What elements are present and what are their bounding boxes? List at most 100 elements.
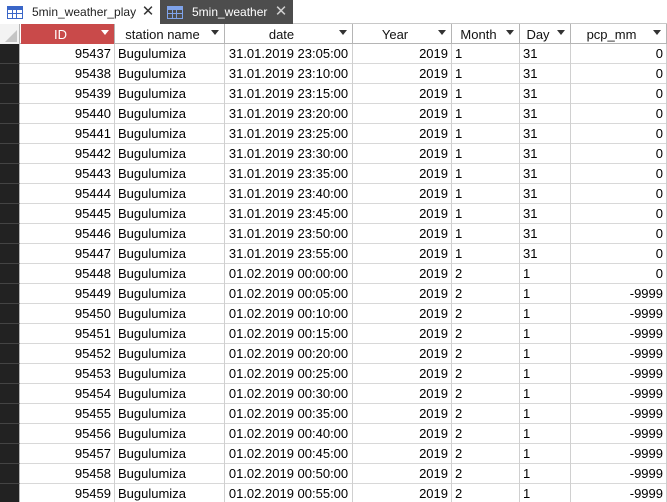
cell-year[interactable]: 2019 xyxy=(353,64,452,84)
cell-year[interactable]: 2019 xyxy=(353,304,452,324)
cell-year[interactable]: 2019 xyxy=(353,184,452,204)
cell-date[interactable]: 01.02.2019 00:25:00 xyxy=(225,364,353,384)
cell-pcp-mm[interactable]: -9999 xyxy=(571,464,667,484)
cell-date[interactable]: 01.02.2019 00:00:00 xyxy=(225,264,353,284)
cell-id[interactable]: 95440 xyxy=(21,104,115,124)
tab-5min-weather-play[interactable]: 5min_weather_play ✕ xyxy=(0,0,160,24)
table-row[interactable]: 95453 Bugulumiza 01.02.2019 00:25:00 2019 2 1… xyxy=(0,364,667,384)
dropdown-arrow-icon[interactable] xyxy=(438,30,447,38)
cell-date[interactable]: 31.01.2019 23:15:00 xyxy=(225,84,353,104)
cell-id[interactable]: 95438 xyxy=(21,64,115,84)
cell-date[interactable]: 31.01.2019 23:45:00 xyxy=(225,204,353,224)
cell-month[interactable]: 2 xyxy=(452,344,520,364)
cell-day[interactable]: 1 xyxy=(520,384,571,404)
cell-id[interactable]: 95455 xyxy=(21,404,115,424)
row-selector[interactable] xyxy=(0,484,20,502)
cell-month[interactable]: 1 xyxy=(452,204,520,224)
cell-date[interactable]: 01.02.2019 00:10:00 xyxy=(225,304,353,324)
cell-day[interactable]: 31 xyxy=(520,104,571,124)
cell-pcp-mm[interactable]: 0 xyxy=(571,144,667,164)
row-selector[interactable] xyxy=(0,344,20,364)
cell-date[interactable]: 31.01.2019 23:25:00 xyxy=(225,124,353,144)
cell-id[interactable]: 95439 xyxy=(21,84,115,104)
cell-year[interactable]: 2019 xyxy=(353,284,452,304)
cell-date[interactable]: 01.02.2019 00:15:00 xyxy=(225,324,353,344)
table-row[interactable]: 95445 Bugulumiza 31.01.2019 23:45:00 2019 1 3… xyxy=(0,204,667,224)
row-selector[interactable] xyxy=(0,404,20,424)
cell-day[interactable]: 31 xyxy=(520,224,571,244)
cell-pcp-mm[interactable]: 0 xyxy=(571,84,667,104)
close-icon[interactable]: ✕ xyxy=(141,4,155,19)
cell-pcp-mm[interactable]: -9999 xyxy=(571,364,667,384)
table-row[interactable]: 95452 Bugulumiza 01.02.2019 00:20:00 2019 2 1… xyxy=(0,344,667,364)
cell-month[interactable]: 2 xyxy=(452,384,520,404)
cell-year[interactable]: 2019 xyxy=(353,224,452,244)
cell-month[interactable]: 2 xyxy=(452,444,520,464)
cell-day[interactable]: 1 xyxy=(520,324,571,344)
cell-id[interactable]: 95453 xyxy=(21,364,115,384)
cell-day[interactable]: 1 xyxy=(520,344,571,364)
cell-id[interactable]: 95449 xyxy=(21,284,115,304)
cell-month[interactable]: 1 xyxy=(452,144,520,164)
cell-year[interactable]: 2019 xyxy=(353,204,452,224)
cell-id[interactable]: 95457 xyxy=(21,444,115,464)
cell-pcp-mm[interactable]: -9999 xyxy=(571,284,667,304)
cell-month[interactable]: 2 xyxy=(452,264,520,284)
table-row[interactable]: 95442 Bugulumiza 31.01.2019 23:30:00 2019 1 3… xyxy=(0,144,667,164)
cell-month[interactable]: 1 xyxy=(452,244,520,264)
cell-id[interactable]: 95454 xyxy=(21,384,115,404)
cell-month[interactable]: 1 xyxy=(452,104,520,124)
cell-day[interactable]: 31 xyxy=(520,44,571,64)
cell-station-name[interactable]: Bugulumiza xyxy=(115,324,225,344)
cell-day[interactable]: 31 xyxy=(520,164,571,184)
cell-id[interactable]: 95456 xyxy=(21,424,115,444)
cell-year[interactable]: 2019 xyxy=(353,324,452,344)
cell-day[interactable]: 1 xyxy=(520,444,571,464)
cell-day[interactable]: 1 xyxy=(520,264,571,284)
cell-pcp-mm[interactable]: 0 xyxy=(571,184,667,204)
cell-date[interactable]: 01.02.2019 00:45:00 xyxy=(225,444,353,464)
row-selector[interactable] xyxy=(0,304,20,324)
cell-pcp-mm[interactable]: -9999 xyxy=(571,324,667,344)
sort-filter-icon[interactable] xyxy=(557,30,566,38)
cell-date[interactable]: 31.01.2019 23:35:00 xyxy=(225,164,353,184)
cell-pcp-mm[interactable]: 0 xyxy=(571,44,667,64)
row-selector[interactable] xyxy=(0,244,20,264)
table-row[interactable]: 95454 Bugulumiza 01.02.2019 00:30:00 2019 2 1… xyxy=(0,384,667,404)
table-row[interactable]: 95448 Bugulumiza 01.02.2019 00:00:00 2019 2 1… xyxy=(0,264,667,284)
table-row[interactable]: 95444 Bugulumiza 31.01.2019 23:40:00 2019 1 3… xyxy=(0,184,667,204)
cell-id[interactable]: 95448 xyxy=(21,264,115,284)
sort-filter-icon[interactable] xyxy=(211,30,220,38)
cell-date[interactable]: 31.01.2019 23:10:00 xyxy=(225,64,353,84)
cell-pcp-mm[interactable]: -9999 xyxy=(571,384,667,404)
table-row[interactable]: 95457 Bugulumiza 01.02.2019 00:45:00 2019 2 1… xyxy=(0,444,667,464)
cell-id[interactable]: 95446 xyxy=(21,224,115,244)
cell-year[interactable]: 2019 xyxy=(353,424,452,444)
close-icon[interactable]: ✕ xyxy=(274,4,288,19)
table-row[interactable]: 95441 Bugulumiza 31.01.2019 23:25:00 2019 1 3… xyxy=(0,124,667,144)
cell-id[interactable]: 95443 xyxy=(21,164,115,184)
cell-pcp-mm[interactable]: -9999 xyxy=(571,484,667,502)
cell-month[interactable]: 2 xyxy=(452,284,520,304)
cell-date[interactable]: 31.01.2019 23:20:00 xyxy=(225,104,353,124)
cell-id[interactable]: 95437 xyxy=(21,44,115,64)
cell-station-name[interactable]: Bugulumiza xyxy=(115,184,225,204)
cell-station-name[interactable]: Bugulumiza xyxy=(115,64,225,84)
cell-day[interactable]: 31 xyxy=(520,184,571,204)
cell-id[interactable]: 95458 xyxy=(21,464,115,484)
cell-id[interactable]: 95441 xyxy=(21,124,115,144)
cell-station-name[interactable]: Bugulumiza xyxy=(115,144,225,164)
table-row[interactable]: 95450 Bugulumiza 01.02.2019 00:10:00 2019 2 1… xyxy=(0,304,667,324)
cell-day[interactable]: 31 xyxy=(520,84,571,104)
cell-month[interactable]: 1 xyxy=(452,64,520,84)
dropdown-arrow-icon[interactable] xyxy=(653,30,662,38)
cell-year[interactable]: 2019 xyxy=(353,84,452,104)
cell-day[interactable]: 1 xyxy=(520,404,571,424)
cell-day[interactable]: 1 xyxy=(520,484,571,502)
cell-station-name[interactable]: Bugulumiza xyxy=(115,244,225,264)
row-selector[interactable] xyxy=(0,204,20,224)
table-row[interactable]: 95456 Bugulumiza 01.02.2019 00:40:00 2019 2 1… xyxy=(0,424,667,444)
cell-station-name[interactable]: Bugulumiza xyxy=(115,264,225,284)
cell-year[interactable]: 2019 xyxy=(353,104,452,124)
dropdown-arrow-icon[interactable] xyxy=(101,30,110,38)
